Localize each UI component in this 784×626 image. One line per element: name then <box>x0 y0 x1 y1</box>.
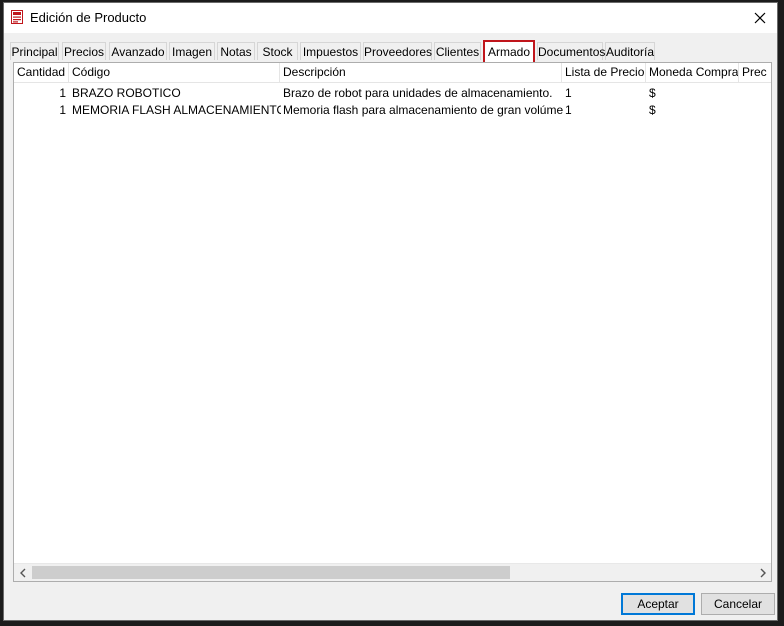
product-form-icon <box>11 10 23 24</box>
cell-lista-precio: 1 <box>565 86 572 100</box>
cell-cantidad: 1 <box>59 103 66 117</box>
cell-descripcion: Memoria flash para almacenamiento de gra… <box>283 103 563 117</box>
assembly-list: Cantidad Código Descripción Lista de Pre… <box>13 62 772 582</box>
table-row[interactable]: 1 BRAZO ROBOTICO Brazo de robot para uni… <box>14 85 771 102</box>
tab-imagen[interactable]: Imagen <box>169 42 215 60</box>
column-header-moneda-compra[interactable]: Moneda Compra <box>646 63 739 82</box>
close-icon <box>754 12 766 24</box>
tab-stock[interactable]: Stock <box>257 42 298 60</box>
tab-avanzado[interactable]: Avanzado <box>109 42 167 60</box>
column-header-precio[interactable]: Prec <box>739 63 771 82</box>
table-header: Cantidad Código Descripción Lista de Pre… <box>14 63 771 83</box>
tab-clientes[interactable]: Clientes <box>434 42 481 60</box>
scroll-right-arrow[interactable] <box>754 564 771 581</box>
cell-lista-precio: 1 <box>565 103 572 117</box>
cell-descripcion: Brazo de robot para unidades de almacena… <box>283 86 553 100</box>
window-title: Edición de Producto <box>30 10 147 25</box>
chevron-left-icon <box>19 568 25 577</box>
horizontal-scrollbar[interactable] <box>14 563 771 581</box>
cell-moneda-compra: $ <box>649 86 656 100</box>
scroll-left-arrow[interactable] <box>14 564 31 581</box>
close-button[interactable] <box>743 3 777 33</box>
table-row[interactable]: 1 MEMORIA FLASH ALMACENAMIENTO Memoria f… <box>14 102 771 119</box>
tab-impuestos[interactable]: Impuestos <box>300 42 361 60</box>
title-bar: Edición de Producto <box>4 3 777 33</box>
cancel-button[interactable]: Cancelar <box>701 593 775 615</box>
tab-documentos[interactable]: Documentos <box>537 42 605 60</box>
tab-principal[interactable]: Principal <box>10 42 59 60</box>
tab-proveedores[interactable]: Proveedores <box>363 42 432 60</box>
tab-auditoria[interactable]: Auditoría <box>605 42 655 60</box>
tab-notas[interactable]: Notas <box>217 42 255 60</box>
column-header-descripcion[interactable]: Descripción <box>280 63 562 82</box>
cell-codigo: BRAZO ROBOTICO <box>72 86 181 100</box>
column-header-codigo[interactable]: Código <box>69 63 280 82</box>
scrollbar-thumb[interactable] <box>32 566 510 579</box>
tab-armado[interactable]: Armado <box>483 40 535 62</box>
cell-cantidad: 1 <box>59 86 66 100</box>
product-edit-window: Edición de Producto Principal Precios Av… <box>3 2 778 621</box>
tab-strip: Principal Precios Avanzado Imagen Notas … <box>10 40 770 62</box>
tab-precios[interactable]: Precios <box>62 42 106 60</box>
accept-button[interactable]: Aceptar <box>621 593 695 615</box>
column-header-cantidad[interactable]: Cantidad <box>14 63 69 82</box>
column-header-lista-precio[interactable]: Lista de Precio <box>562 63 646 82</box>
chevron-right-icon <box>760 568 766 577</box>
cell-moneda-compra: $ <box>649 103 656 117</box>
cell-codigo: MEMORIA FLASH ALMACENAMIENTO <box>72 103 281 117</box>
